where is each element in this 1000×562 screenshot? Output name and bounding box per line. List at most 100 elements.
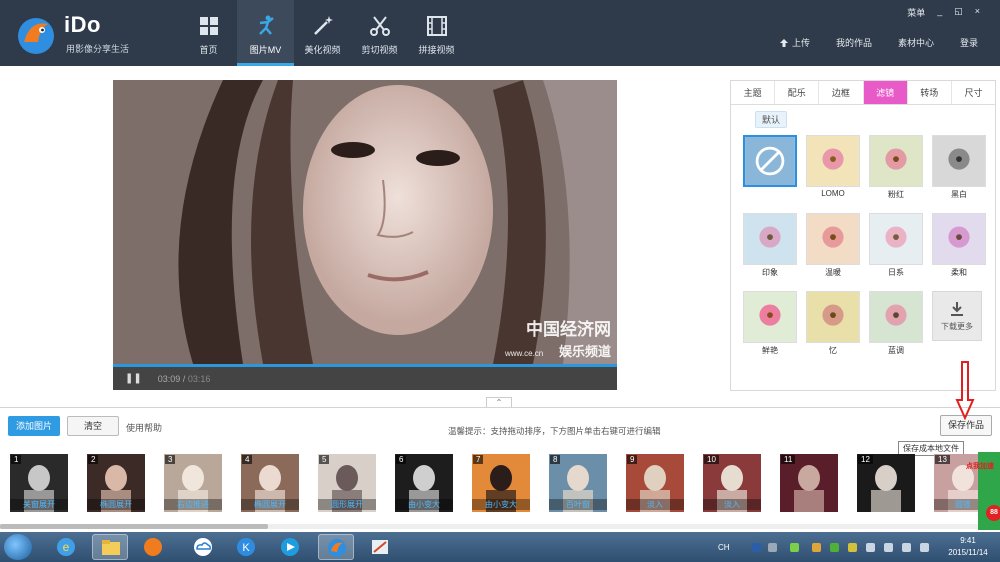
app-brand: iDo	[64, 12, 101, 37]
paint-app-icon[interactable]	[362, 534, 398, 560]
ido-logo-icon	[18, 18, 54, 54]
frame-number: 12	[858, 455, 873, 464]
input-language[interactable]: CH	[718, 543, 730, 552]
filmstrip-frame[interactable]: 12	[857, 454, 915, 512]
frame-transition-label[interactable]: 百叶窗	[549, 499, 607, 510]
filmstrip-frame[interactable]: 1 关窗展开	[10, 454, 68, 512]
frame-transition-label[interactable]: 由小变大	[472, 499, 530, 510]
filter-black-white[interactable]: 黑白	[932, 135, 986, 200]
ie-browser-icon[interactable]: e	[48, 534, 84, 560]
tray-settings-icon[interactable]	[768, 543, 777, 552]
filter-warm[interactable]: 温暖	[806, 213, 860, 278]
minimize-button[interactable]: _	[937, 6, 942, 19]
home-grid-icon	[199, 17, 218, 35]
app-orange-icon[interactable]	[135, 534, 171, 560]
app-window: iDo 用影像分享生活 首页 图片MV 美化视频 剪切视频 拼接视频 菜单 _ …	[0, 0, 1000, 562]
filmstrip-frame[interactable]: 6 由小变大	[395, 454, 453, 512]
watermark-title: 中国经济网	[526, 320, 611, 339]
total-time: 03:16	[187, 373, 211, 384]
frame-number: 8	[550, 455, 561, 464]
frame-transition-label[interactable]: 淡入	[626, 499, 684, 510]
system-clock[interactable]: 9:41 2015/11/14	[940, 535, 996, 559]
tray-help-icon[interactable]	[752, 543, 761, 552]
frame-transition-label[interactable]: 椭圆展开	[241, 499, 299, 510]
material-center-link[interactable]: 素材中心	[898, 36, 934, 49]
tab-transition[interactable]: 转场	[908, 81, 952, 104]
frame-transition-label[interactable]: 椭圆展开	[87, 499, 145, 510]
tab-theme[interactable]: 主题	[731, 81, 776, 104]
filter-label: 黑白	[951, 190, 967, 199]
nav-photo-mv[interactable]: 图片MV	[237, 0, 294, 66]
k-app-icon[interactable]: K	[228, 534, 264, 560]
ido-taskbar-icon[interactable]	[318, 534, 354, 560]
help-link[interactable]: 使用帮助	[126, 421, 162, 434]
tab-size[interactable]: 尺寸	[952, 81, 995, 104]
nav-cut-video[interactable]: 剪切视频	[351, 0, 408, 66]
my-works-link[interactable]: 我的作品	[836, 36, 872, 49]
close-button[interactable]: ×	[975, 6, 980, 19]
frame-transition-label[interactable]: 由小变大	[395, 499, 453, 510]
tray-network-icon[interactable]	[884, 543, 893, 552]
promo-text[interactable]: 点我加速	[966, 461, 994, 471]
filter-none[interactable]	[743, 135, 797, 189]
filter-label: 印象	[762, 268, 778, 277]
filter-download-more[interactable]: 下载更多	[932, 291, 986, 341]
red-arrow-annotation-icon	[955, 361, 975, 420]
frame-transition-label[interactable]: 淡入	[703, 499, 761, 510]
filter-impression[interactable]: 印象	[743, 213, 797, 278]
start-button-icon[interactable]	[4, 534, 32, 560]
filter-pink[interactable]: 粉红	[869, 135, 923, 200]
clear-button[interactable]: 清空	[67, 416, 119, 436]
nav-beautify-video[interactable]: 美化视频	[294, 0, 351, 66]
filmstrip-frame[interactable]: 10 淡入	[703, 454, 761, 512]
frame-transition-label[interactable]: 右边推进	[164, 499, 222, 510]
flower-thumbnail	[932, 213, 986, 265]
video-preview[interactable]: 中国经济网 www.ce.cn 娱乐频道	[113, 80, 617, 364]
tray-app-icon[interactable]	[848, 543, 857, 552]
tray-security-icon[interactable]	[812, 543, 821, 552]
filter-vivid[interactable]: 鲜艳	[743, 291, 797, 356]
add-image-button[interactable]: 添加图片	[8, 416, 60, 436]
filter-japanese[interactable]: 日系	[869, 213, 923, 278]
dancing-person-icon	[258, 15, 274, 35]
filter-blue[interactable]: 蓝调	[869, 291, 923, 356]
filmstrip-frame[interactable]: 11	[780, 454, 838, 512]
tray-flag-icon[interactable]	[866, 543, 875, 552]
filmstrip-frame[interactable]: 9 淡入	[626, 454, 684, 512]
frame-number: 13	[935, 455, 950, 464]
cloud-app-icon[interactable]	[185, 534, 221, 560]
filter-memory[interactable]: 忆	[806, 291, 860, 356]
tray-signal-icon[interactable]	[902, 543, 911, 552]
tab-filter[interactable]: 滤镜	[863, 81, 908, 104]
tab-music[interactable]: 配乐	[775, 81, 820, 104]
scroll-thumb[interactable]	[0, 524, 268, 529]
filter-soft[interactable]: 柔和	[932, 213, 986, 278]
filmstrip-frame[interactable]: 8 百叶窗	[549, 454, 607, 512]
file-explorer-icon[interactable]	[92, 534, 128, 560]
top-links: 上传 我的作品 素材中心 登录	[753, 36, 978, 49]
pause-icon[interactable]: ❚❚	[125, 373, 142, 384]
nav-join-video[interactable]: 拼接视频	[408, 0, 465, 66]
tray-shield-icon[interactable]	[830, 543, 839, 552]
tray-volume-icon[interactable]	[920, 543, 929, 552]
tab-border[interactable]: 边框	[819, 81, 864, 104]
frame-transition-label[interactable]: 关窗展开	[10, 499, 68, 510]
filmstrip-frame[interactable]: 2 椭圆展开	[87, 454, 145, 512]
filter-lomo[interactable]: LOMO	[806, 135, 860, 198]
default-filter-chip[interactable]: 默认	[755, 111, 788, 128]
filmstrip-frame[interactable]: 7 由小变大	[472, 454, 530, 512]
filmstrip-frame[interactable]: 3 右边推进	[164, 454, 222, 512]
menu-button[interactable]: 菜单	[907, 6, 925, 19]
media-player-icon[interactable]	[272, 534, 308, 560]
filmstrip-frame[interactable]: 4 椭圆展开	[241, 454, 299, 512]
tray-battery-icon[interactable]	[790, 543, 799, 552]
filmstrip-scrollbar[interactable]	[0, 524, 1000, 529]
frame-transition-label[interactable]: 圆形展开	[318, 499, 376, 510]
login-link[interactable]: 登录	[960, 36, 978, 49]
filmstrip-frame[interactable]: 5 圆形展开	[318, 454, 376, 512]
video-player: 中国经济网 www.ce.cn 娱乐频道 ❚❚ 03:09 / 03:16	[113, 80, 617, 390]
flower-thumbnail	[932, 135, 986, 187]
nav-home[interactable]: 首页	[180, 0, 237, 66]
upload-link[interactable]: 上传	[779, 36, 810, 49]
restore-button[interactable]: ◱	[954, 6, 963, 19]
